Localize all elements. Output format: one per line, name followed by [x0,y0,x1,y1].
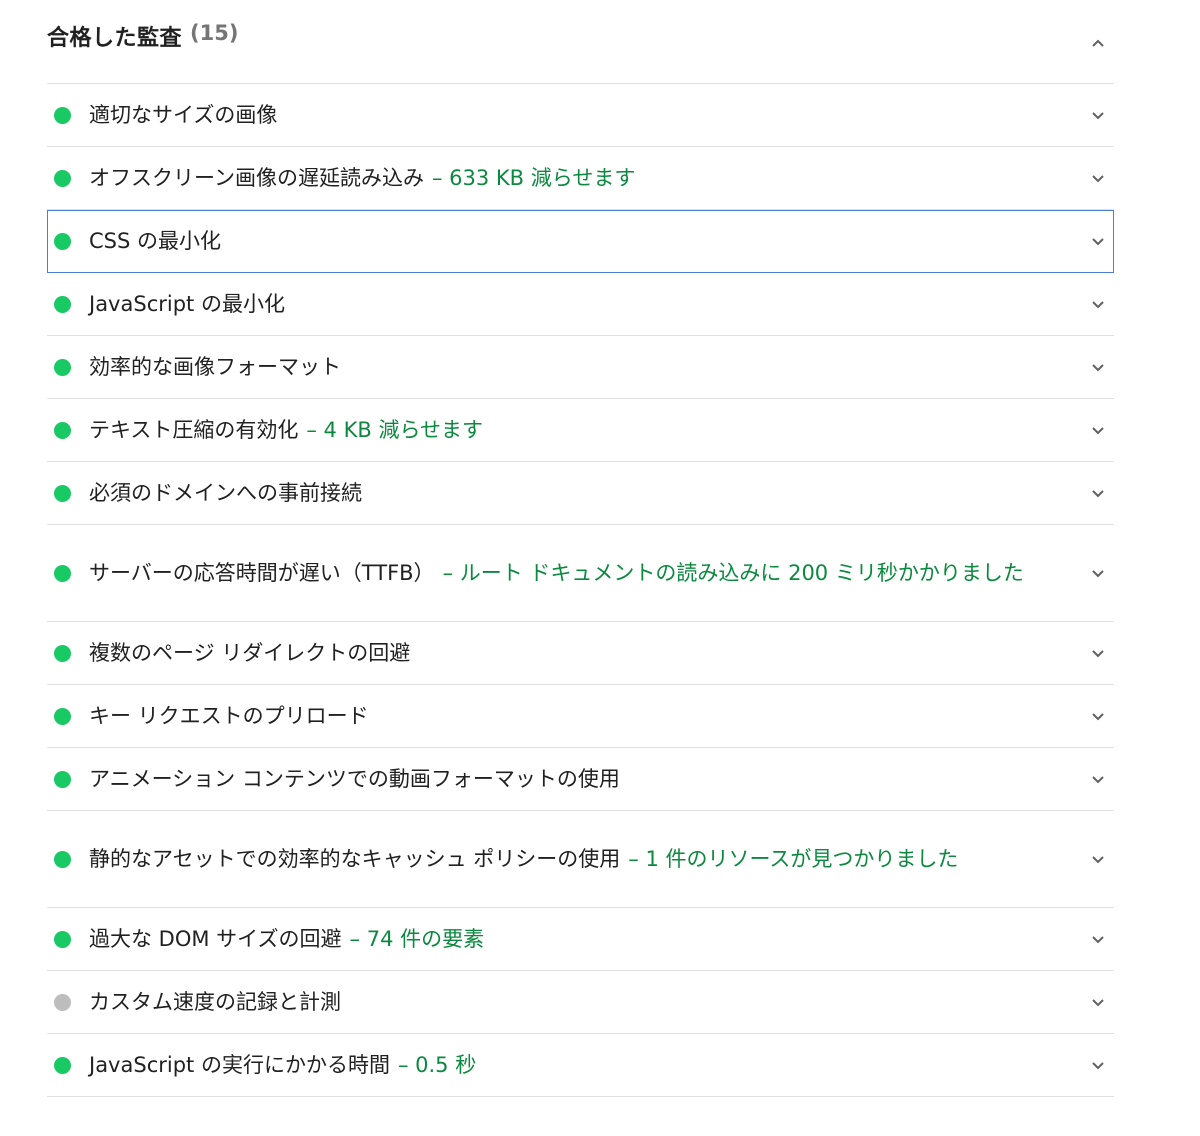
status-dot-icon [54,296,71,313]
status-dot-icon [54,485,71,502]
chevron-down-icon[interactable] [1088,564,1108,584]
audit-row[interactable]: カスタム速度の記録と計測 [47,971,1114,1034]
status-dot-icon [54,708,71,725]
audit-title: 適切なサイズの画像 [89,103,278,127]
audit-title: 過大な DOM サイズの回避 [89,927,342,951]
chevron-down-icon[interactable] [1088,484,1108,504]
chevron-up-icon[interactable] [1088,33,1108,53]
audit-row[interactable]: キー リクエストのプリロード [47,685,1114,748]
audit-row[interactable]: オフスクリーン画像の遅延読み込み – 633 KB 減らせます [47,147,1114,210]
status-dot-icon [54,645,71,662]
audit-row[interactable]: 適切なサイズの画像 [47,84,1114,147]
audit-title: オフスクリーン画像の遅延読み込み [89,166,424,190]
chevron-down-icon[interactable] [1088,169,1108,189]
audit-row[interactable]: JavaScript の最小化 [47,273,1114,336]
audit-display-value: – 74 件の要素 [349,927,485,951]
audit-title: カスタム速度の記録と計測 [89,990,341,1014]
audit-title: JavaScript の最小化 [89,292,285,316]
audit-display-value: – 4 KB 減らせます [306,418,484,442]
audit-display-value: – 0.5 秒 [397,1053,477,1077]
audit-title: 効率的な画像フォーマット [89,355,341,379]
audit-title: CSS の最小化 [89,229,221,253]
chevron-down-icon[interactable] [1088,106,1108,126]
audit-row[interactable]: テキスト圧縮の有効化 – 4 KB 減らせます [47,399,1114,462]
group-title: 合格した監査 [47,26,183,51]
chevron-down-icon[interactable] [1088,993,1108,1013]
status-dot-icon [54,994,71,1011]
audit-title: サーバーの応答時間が遅い（TTFB） [89,561,435,585]
status-dot-icon [54,359,71,376]
audit-row[interactable]: 過大な DOM サイズの回避 – 74 件の要素 [47,908,1114,971]
audit-display-value: – ルート ドキュメントの読み込みに 200 ミリ秒かかりました [442,561,1024,585]
status-dot-icon [54,233,71,250]
audit-row[interactable]: JavaScript の実行にかかる時間 – 0.5 秒 [47,1034,1114,1097]
status-dot-icon [54,851,71,868]
chevron-down-icon[interactable] [1088,421,1108,441]
chevron-down-icon[interactable] [1088,707,1108,727]
chevron-down-icon[interactable] [1088,930,1108,950]
chevron-down-icon[interactable] [1088,358,1108,378]
audit-row[interactable]: 効率的な画像フォーマット [47,336,1114,399]
audit-row[interactable]: アニメーション コンテンツでの動画フォーマットの使用 [47,748,1114,811]
status-dot-icon [54,771,71,788]
audit-display-value: – 1 件のリソースが見つかりました [628,847,959,871]
group-count: (15) [190,21,239,45]
group-header[interactable]: 合格した監査 (15) [47,0,1114,84]
chevron-down-icon[interactable] [1088,850,1108,870]
audit-row[interactable]: CSS の最小化 [47,210,1114,273]
audit-row[interactable]: 必須のドメインへの事前接続 [47,462,1114,525]
audit-title: 複数のページ リダイレクトの回避 [89,641,411,665]
audit-title: JavaScript の実行にかかる時間 [89,1053,390,1077]
audit-title: アニメーション コンテンツでの動画フォーマットの使用 [89,767,620,791]
audit-row[interactable]: 静的なアセットでの効率的なキャッシュ ポリシーの使用 – 1 件のリソースが見つか… [47,811,1114,908]
audit-title: 静的なアセットでの効率的なキャッシュ ポリシーの使用 [89,847,621,871]
audit-display-value: – 633 KB 減らせます [431,166,636,190]
audit-title: テキスト圧縮の有効化 [89,418,299,442]
status-dot-icon [54,1057,71,1074]
passed-audits-group: 合格した監査 (15) 適切なサイズの画像 オフスクリーン画像の遅延読み込み – … [47,0,1114,1097]
audit-title: 必須のドメインへの事前接続 [89,481,362,505]
audit-row[interactable]: 複数のページ リダイレクトの回避 [47,622,1114,685]
chevron-down-icon[interactable] [1088,770,1108,790]
audit-row[interactable]: サーバーの応答時間が遅い（TTFB） – ルート ドキュメントの読み込みに 200… [47,525,1114,622]
status-dot-icon [54,565,71,582]
status-dot-icon [54,107,71,124]
chevron-down-icon[interactable] [1088,644,1108,664]
status-dot-icon [54,422,71,439]
status-dot-icon [54,931,71,948]
status-dot-icon [54,170,71,187]
chevron-down-icon[interactable] [1088,295,1108,315]
chevron-down-icon[interactable] [1088,1056,1108,1076]
audit-title: キー リクエストのプリロード [89,704,369,728]
chevron-down-icon[interactable] [1088,232,1108,252]
